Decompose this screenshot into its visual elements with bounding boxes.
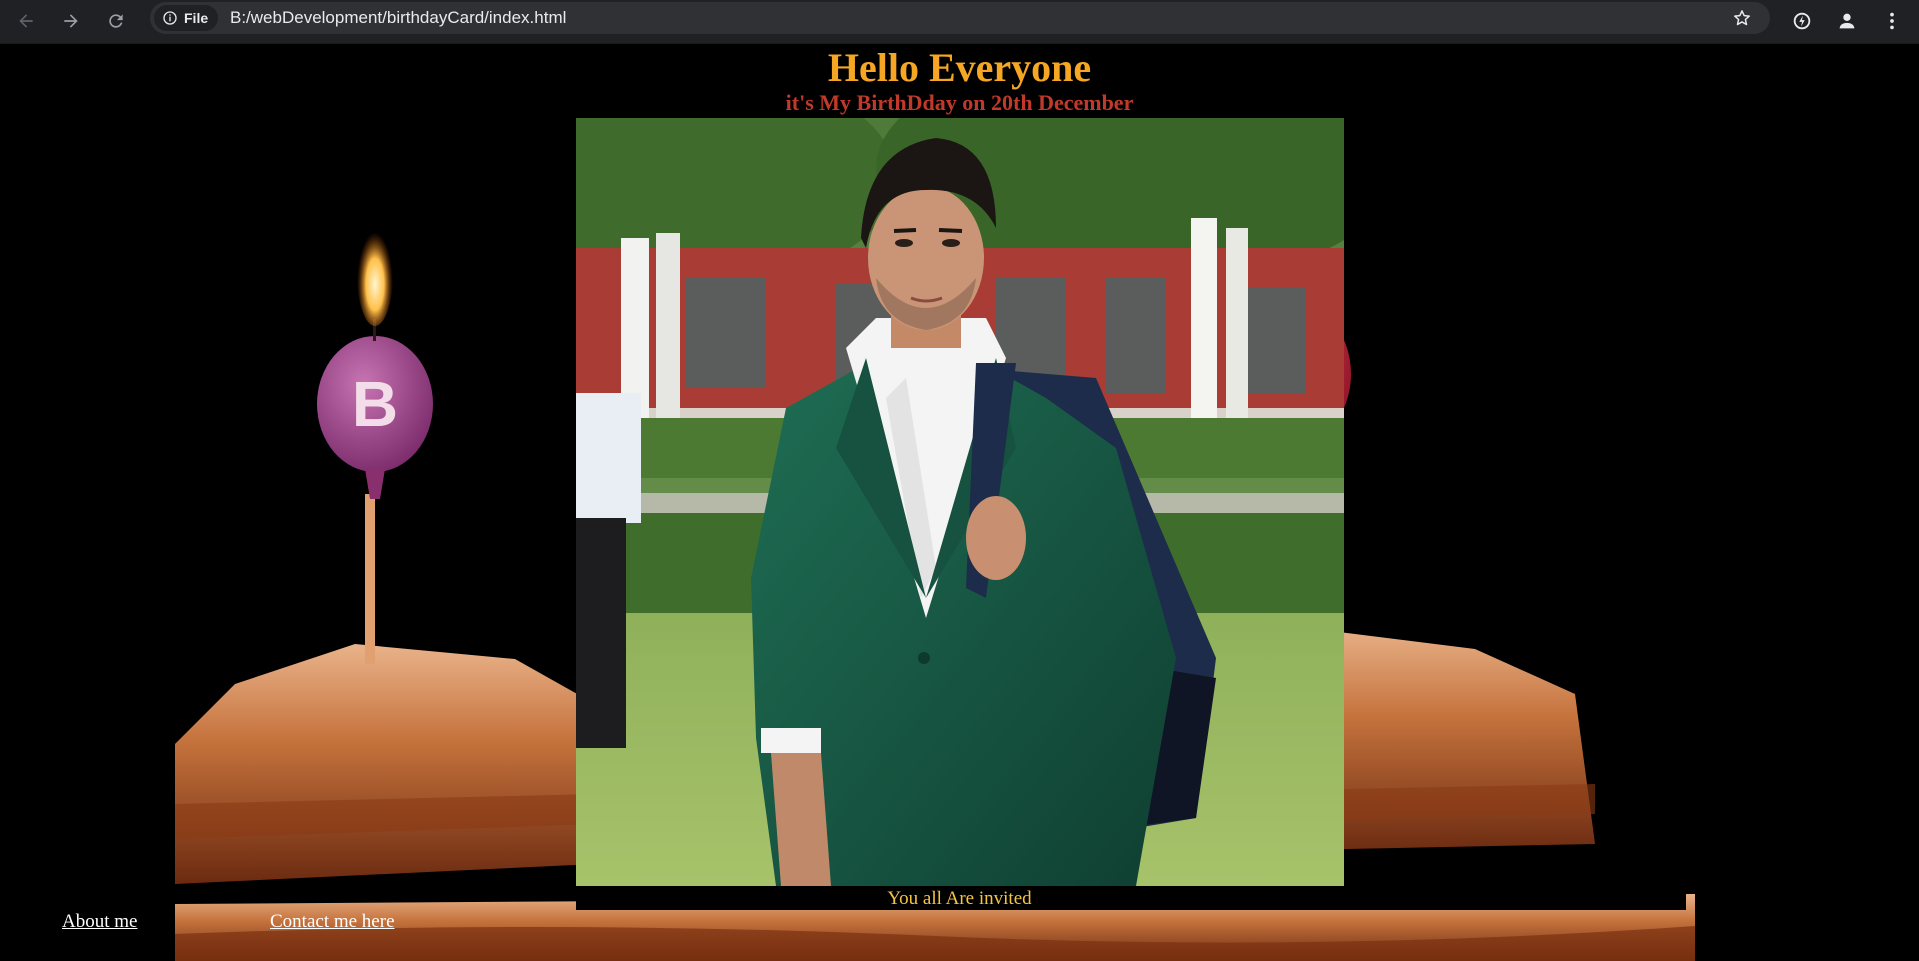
page-viewport: B A Y Hello Everyone it's My BirthDday o… [0,44,1919,961]
page-heading: Hello Everyone [827,45,1092,90]
profile-icon[interactable] [1830,4,1864,38]
site-info-chip[interactable]: File [154,5,219,31]
invite-caption: You all Are invited [887,888,1032,909]
url-text[interactable]: B:/webDevelopment/birthdayCard/index.htm… [230,8,566,28]
address-bar[interactable]: File B:/webDevelopment/birthdayCard/inde… [150,2,1770,34]
info-icon [163,11,177,25]
contact-me-link[interactable]: Contact me here [270,910,395,934]
profile-photo [576,118,1344,886]
menu-icon[interactable] [1875,4,1909,38]
browser-toolbar: File B:/webDevelopment/birthdayCard/inde… [0,0,1919,44]
star-icon[interactable] [1732,8,1752,28]
back-icon[interactable] [9,4,43,38]
page-subheading: it's My BirthDday on 20th December [785,90,1134,115]
person-photo-illustration [576,118,1344,886]
about-me-link[interactable]: About me [62,910,137,934]
reload-icon[interactable] [99,4,133,38]
extension-icon[interactable] [1785,4,1819,38]
forward-icon[interactable] [54,4,88,38]
svg-text:B: B [352,368,398,440]
site-info-label: File [184,10,209,26]
